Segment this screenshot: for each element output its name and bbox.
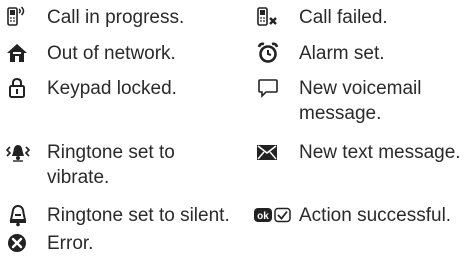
- legend-label: Call failed.: [299, 7, 388, 28]
- legend-label: Action successful.: [299, 205, 452, 226]
- legend-item-ringtone-silent: Ringtone set to silent.: [4, 203, 234, 229]
- error-icon: [6, 232, 28, 254]
- legend-item-call-in-progress: Call in progress.: [4, 5, 234, 31]
- svg-text:ok: ok: [257, 211, 269, 222]
- legend-label: Keypad locked.: [47, 78, 177, 99]
- legend-item-out-of-network: Out of network.: [4, 41, 234, 67]
- bell-silent-icon: [7, 203, 29, 227]
- legend-item-ringtone-vibrate: Ringtone set to vibrate.: [4, 140, 234, 192]
- speech-bubble-icon: [257, 77, 279, 99]
- legend-label: Out of network.: [47, 43, 176, 64]
- legend-item-new-text-message: New text message.: [253, 140, 467, 166]
- ok-check-icon: ok: [253, 206, 293, 224]
- legend-item-call-failed: Call failed.: [253, 5, 467, 31]
- house-icon: [6, 42, 28, 64]
- legend-item-action-successful: ok Action successful.: [253, 203, 467, 229]
- legend-label: Error.: [47, 233, 94, 254]
- legend-label: Ringtone set to vibrate.: [47, 142, 175, 188]
- legend-item-new-voicemail: New voicemail message.: [253, 76, 467, 128]
- legend-item-alarm-set: Alarm set.: [253, 41, 467, 67]
- legend-item-keypad-locked: Keypad locked.: [4, 76, 234, 102]
- legend-label: Alarm set.: [299, 43, 385, 64]
- legend-label: New text message.: [299, 142, 461, 163]
- legend-item-error: Error.: [4, 231, 234, 257]
- legend-label: Ringtone set to silent.: [47, 205, 230, 226]
- padlock-icon: [8, 77, 26, 99]
- vibrate-icon: [4, 141, 32, 165]
- alarm-clock-icon: [257, 42, 279, 64]
- legend-label: New voicemail message.: [299, 78, 422, 124]
- envelope-icon: [256, 142, 278, 162]
- phone-signal-icon: [6, 5, 28, 29]
- phone-failed-icon: [256, 5, 280, 29]
- legend-label: Call in progress.: [47, 7, 185, 28]
